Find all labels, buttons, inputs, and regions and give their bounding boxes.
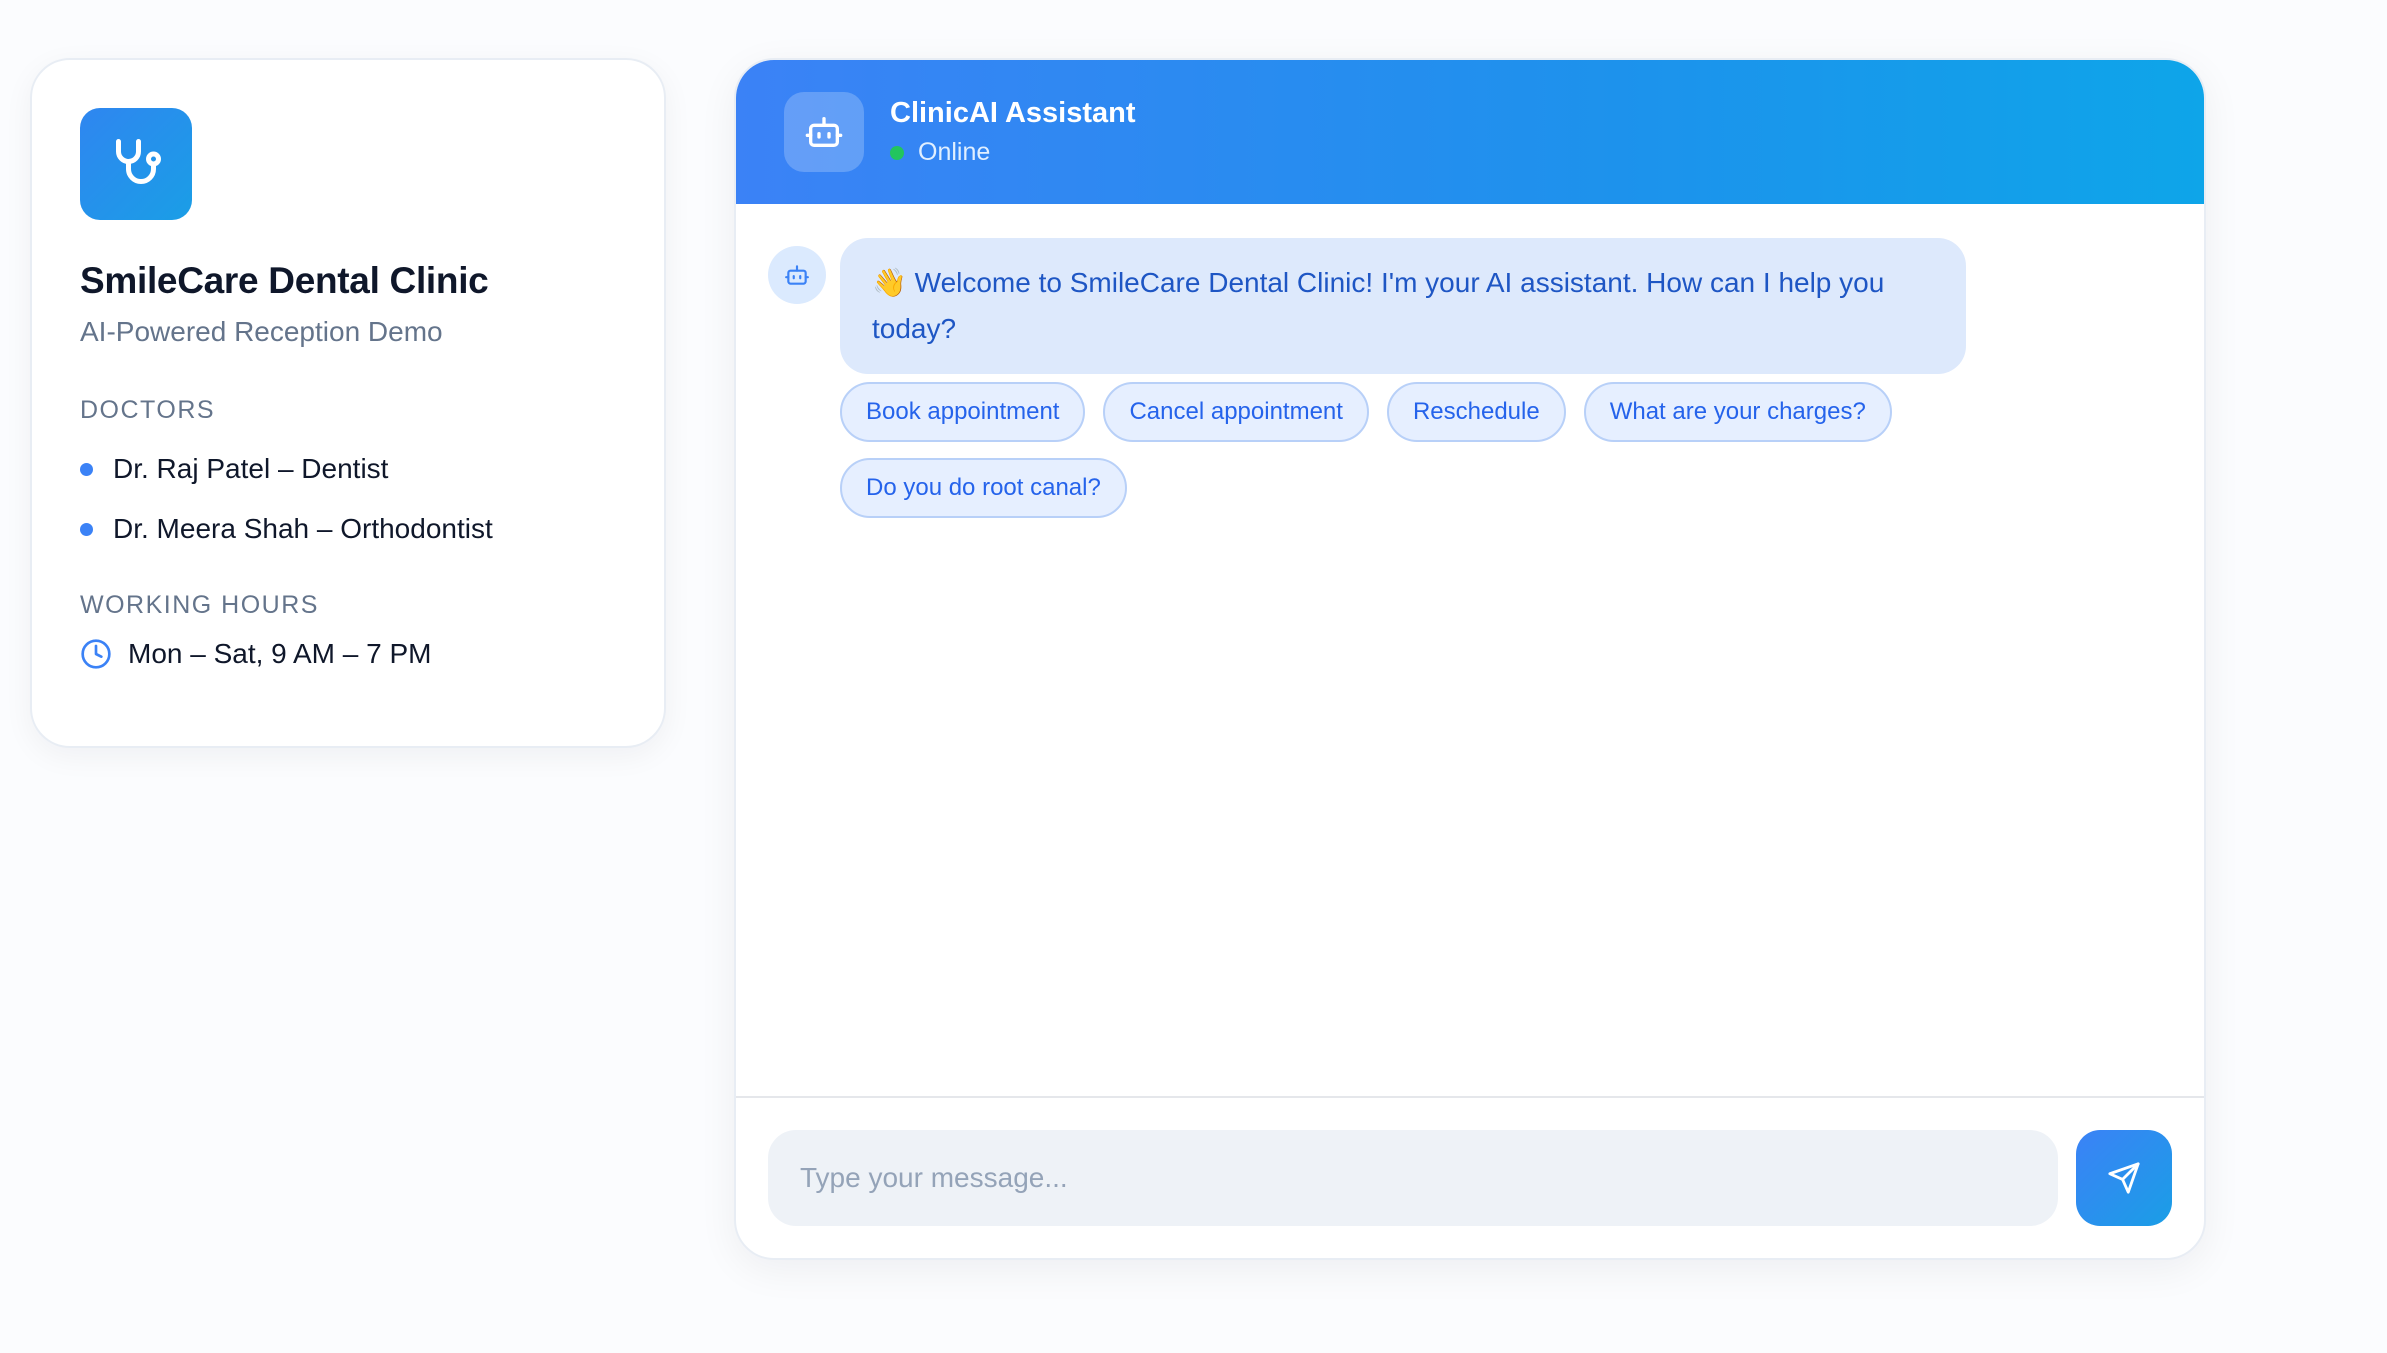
quick-reply-book-appointment[interactable]: Book appointment <box>840 382 1086 442</box>
status-text: Online <box>918 138 991 166</box>
working-hours-row: Mon – Sat, 9 AM – 7 PM <box>80 638 616 670</box>
status-indicator: Online <box>890 138 1135 167</box>
doctors-heading: DOCTORS <box>80 396 216 424</box>
robot-icon <box>768 246 826 304</box>
message-list[interactable]: 👋 Welcome to SmileCare Dental Clinic! I'… <box>736 204 2204 1158</box>
quick-reply-cancel-appointment[interactable]: Cancel appointment <box>1103 382 1369 442</box>
doctor-name: Dr. Meera Shah – Orthodontist <box>113 513 493 544</box>
assistant-name: ClinicAI Assistant <box>890 97 1136 129</box>
message-input[interactable] <box>768 1130 2058 1226</box>
chat-header: ClinicAI Assistant Online <box>736 60 2204 204</box>
robot-icon <box>784 92 864 172</box>
clock-icon <box>81 639 111 669</box>
working-hours-heading: WORKING HOURS <box>80 591 319 619</box>
stethoscope-icon <box>80 108 192 220</box>
bot-message-bubble: 👋 Welcome to SmileCare Dental Clinic! I'… <box>840 238 1966 374</box>
doctor-name: Dr. Raj Patel – Dentist <box>113 453 389 484</box>
working-hours-text: Mon – Sat, 9 AM – 7 PM <box>128 638 432 669</box>
send-button[interactable] <box>2076 1130 2172 1226</box>
clinic-info-card: SmileCare Dental Clinic AI-Powered Recep… <box>30 58 666 748</box>
chat-window: ClinicAI Assistant Online 👋 Welcome to S… <box>734 58 2206 1260</box>
bullet-dot <box>80 462 93 476</box>
quick-reply-charges[interactable]: What are your charges? <box>1583 382 1892 442</box>
doctor-list-item: Dr. Meera Shah – Orthodontist <box>80 513 616 545</box>
online-dot <box>890 145 904 160</box>
doctor-list-item: Dr. Raj Patel – Dentist <box>80 453 616 485</box>
quick-reply-root-canal[interactable]: Do you do root canal? <box>840 458 1127 518</box>
clinic-name: SmileCare Dental Clinic <box>80 260 489 301</box>
bullet-dot <box>80 522 93 536</box>
clinic-subtitle: AI-Powered Reception Demo <box>80 316 443 347</box>
send-icon <box>2108 1162 2140 1194</box>
quick-reply-list: Book appointment Cancel appointment Resc… <box>840 382 1980 518</box>
quick-reply-reschedule[interactable]: Reschedule <box>1386 382 1566 442</box>
message-composer <box>736 1096 2204 1258</box>
